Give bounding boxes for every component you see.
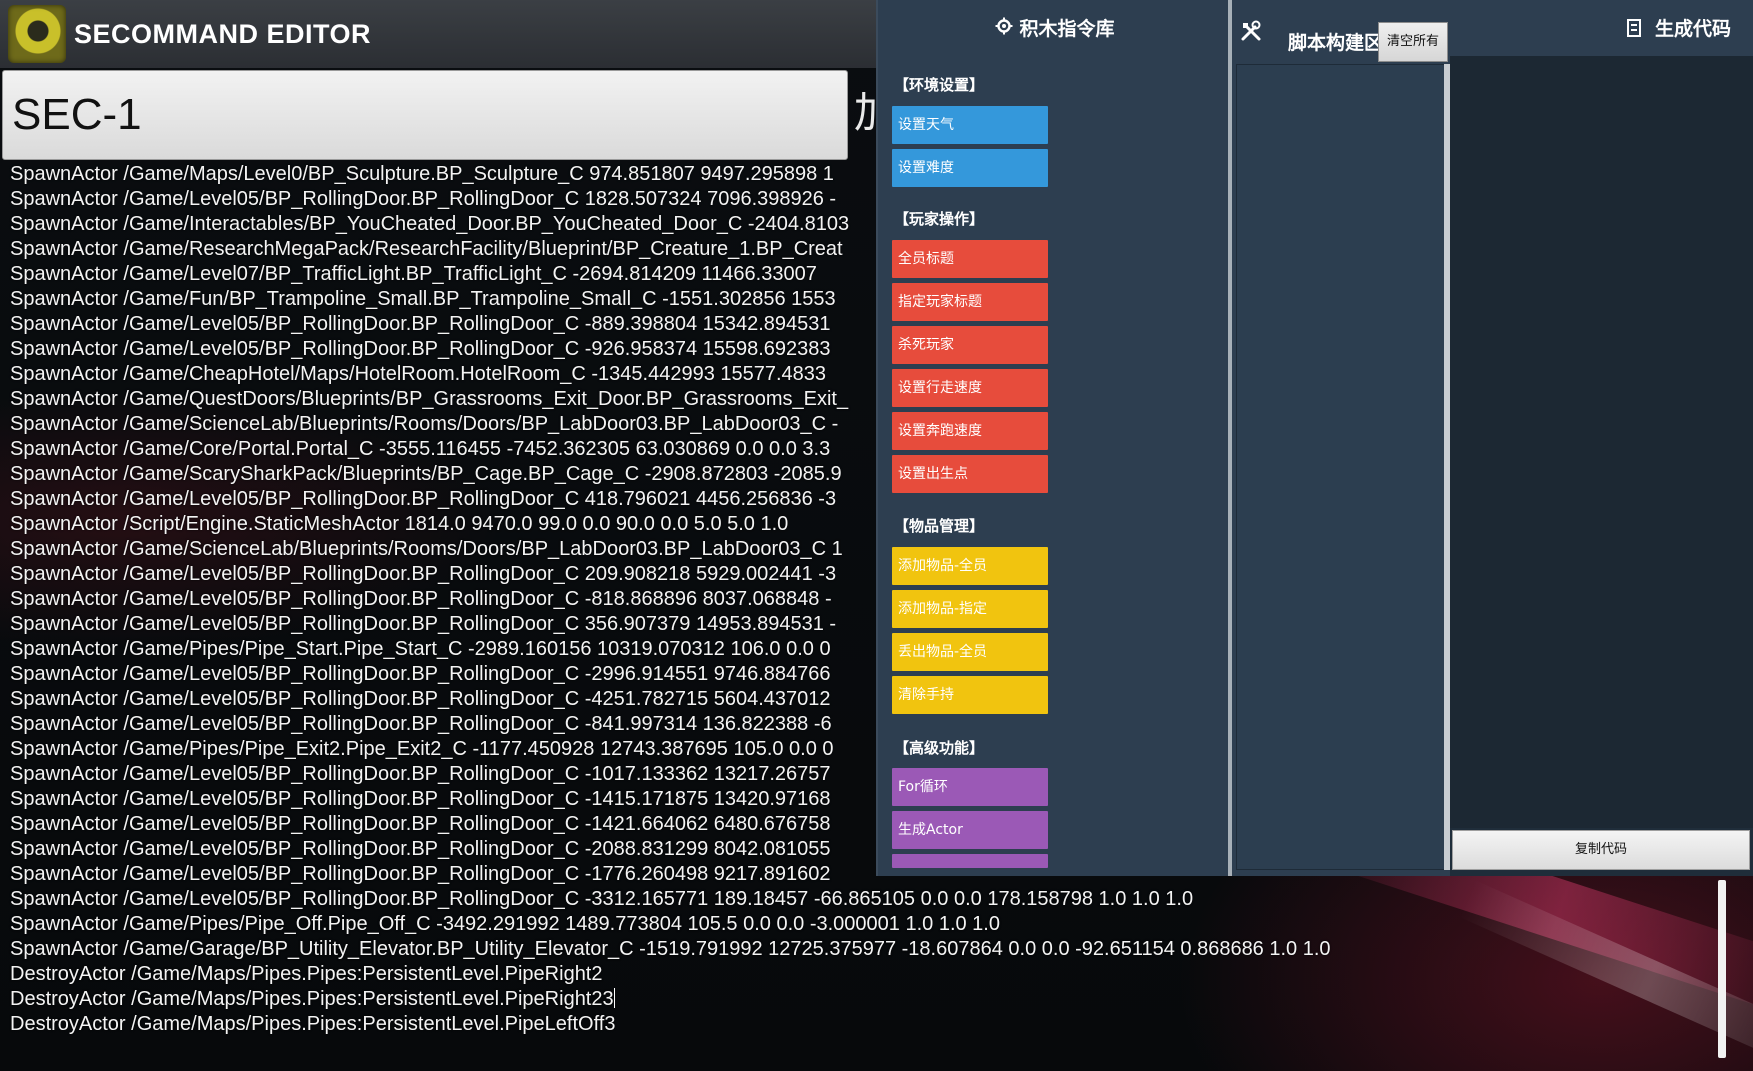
block-set-difficulty[interactable]: 设置难度 [892,149,1048,187]
block-player-title[interactable]: 指定玩家标题 [892,283,1048,321]
block-kill-player[interactable]: 杀死玩家 [892,326,1048,364]
command-line: SpawnActor /Game/Pipes/Pipe_Off.Pipe_Off… [10,913,1000,935]
block-add-item-all[interactable]: 添加物品-全员 [892,547,1048,585]
block-library-panel: 积木指令库 【环境设置】 设置天气 设置难度 【玩家操作】 全员标题 指定玩家标… [876,0,1230,876]
code-title: 生成代码 [1626,14,1731,41]
category-items: 【物品管理】 [894,517,985,535]
add-button-partial[interactable]: 加 [854,88,878,138]
category-environment: 【环境设置】 [894,76,985,94]
command-line: SpawnActor /Game/Level05/BP_RollingDoor.… [10,588,832,610]
copy-code-button[interactable]: 复制代码 [1452,830,1750,870]
command-line: SpawnActor /Game/Level05/BP_RollingDoor.… [10,763,831,785]
command-line: SpawnActor /Game/Level05/BP_RollingDoor.… [10,613,837,635]
script-build-panel: 脚本构建区 清空所有 [1228,0,1450,876]
app-title: SECOMMAND EDITOR [74,18,372,49]
script-build-area[interactable] [1236,64,1446,870]
clear-all-button[interactable]: 清空所有 [1378,22,1448,62]
command-line: SpawnActor /Game/Interactables/BP_YouChe… [10,213,850,235]
block-walk-speed[interactable]: 设置行走速度 [892,369,1048,407]
app-logo [8,5,66,63]
command-line: SpawnActor /Game/ResearchMegaPack/Resear… [10,238,843,260]
library-title: 积木指令库 [878,14,1232,41]
generated-code-panel: 生成代码 复制代码 [1450,0,1753,876]
command-line: SpawnActor /Game/Pipes/Pipe_Start.Pipe_S… [10,638,831,660]
gear-icon [995,17,1013,40]
block-drop-item-all[interactable]: 丢出物品-全员 [892,633,1048,671]
block-run-speed[interactable]: 设置奔跑速度 [892,412,1048,450]
document-icon [1626,18,1655,40]
command-line-text: DestroyActor /Game/Maps/Pipes.Pipes:Pers… [10,988,614,1010]
command-line: SpawnActor /Game/QuestDoors/Blueprints/B… [10,388,849,410]
block-add-item-target[interactable]: 添加物品-指定 [892,590,1048,628]
text-caret [613,988,615,1008]
command-line: SpawnActor /Game/Garage/BP_Utility_Eleva… [10,938,1331,960]
block-set-weather[interactable]: 设置天气 [892,106,1048,144]
command-line: SpawnActor /Game/Level05/BP_RollingDoor.… [10,563,837,585]
command-line: SpawnActor /Game/Level05/BP_RollingDoor.… [10,188,837,210]
library-title-text: 积木指令库 [1019,18,1115,40]
command-line: DestroyActor /Game/Maps/Pipes.Pipes:Pers… [10,1013,616,1035]
command-line: SpawnActor /Game/Level05/BP_RollingDoor.… [10,313,831,335]
command-line: SpawnActor /Script/Engine.StaticMeshActo… [10,513,789,535]
editor-scrollbar[interactable] [1718,880,1726,1058]
command-line: SpawnActor /Game/Level05/BP_RollingDoor.… [10,888,1194,910]
command-line: SpawnActor /Game/Level05/BP_RollingDoor.… [10,688,831,710]
command-line: SpawnActor /Game/CheapHotel/Maps/HotelRo… [10,363,827,385]
command-line: SpawnActor /Game/Level05/BP_RollingDoor.… [10,488,837,510]
command-line-with-caret: DestroyActor /Game/Maps/Pipes.Pipes:Pers… [10,987,615,1012]
command-line: SpawnActor /Game/Level05/BP_RollingDoor.… [10,788,831,810]
command-line: SpawnActor /Game/Level05/BP_RollingDoor.… [10,813,831,835]
category-player: 【玩家操作】 [894,210,985,228]
build-title: 脚本构建区 [1288,32,1384,54]
block-clear-held[interactable]: 清除手持 [892,676,1048,714]
command-line: SpawnActor /Game/Level05/BP_RollingDoor.… [10,713,832,735]
command-line: SpawnActor /Game/Level05/BP_RollingDoor.… [10,338,831,360]
block-spawn-point[interactable]: 设置出生点 [892,455,1048,493]
command-line: SpawnActor /Game/ScienceLab/Blueprints/R… [10,538,843,560]
block-spawn-actor[interactable]: 生成Actor [892,811,1048,849]
command-line: SpawnActor /Game/ScienceLab/Blueprints/R… [10,413,839,435]
app-header: SECOMMAND EDITOR [0,0,876,68]
command-line: SpawnActor /Game/Fun/BP_Trampoline_Small… [10,288,836,310]
command-line: SpawnActor /Game/Pipes/Pipe_Exit2.Pipe_E… [10,738,834,760]
command-line: SpawnActor /Game/Level05/BP_RollingDoor.… [10,863,831,885]
tools-icon [1240,20,1262,48]
category-advanced: 【高级功能】 [894,739,985,757]
command-line: SpawnActor /Game/Maps/Level0/BP_Sculptur… [10,163,834,185]
generated-code-area[interactable] [1450,56,1753,828]
command-line: SpawnActor /Game/ScarySharkPack/Blueprin… [10,463,842,485]
code-title-text: 生成代码 [1654,18,1731,40]
command-line: DestroyActor /Game/Maps/Pipes.Pipes:Pers… [10,963,603,985]
script-name-input[interactable]: SEC-1 [2,70,848,160]
build-header: 脚本构建区 清空所有 [1232,10,1454,62]
block-for-loop[interactable]: For循环 [892,768,1048,806]
command-line: SpawnActor /Game/Level05/BP_RollingDoor.… [10,663,831,685]
command-line: SpawnActor /Game/Level05/BP_RollingDoor.… [10,838,831,860]
command-line: SpawnActor /Game/Core/Portal.Portal_C -3… [10,438,831,460]
block-partial[interactable] [892,854,1048,868]
code-header: 生成代码 [1450,0,1753,56]
block-all-title[interactable]: 全员标题 [892,240,1048,278]
command-line: SpawnActor /Game/Level07/BP_TrafficLight… [10,263,817,285]
